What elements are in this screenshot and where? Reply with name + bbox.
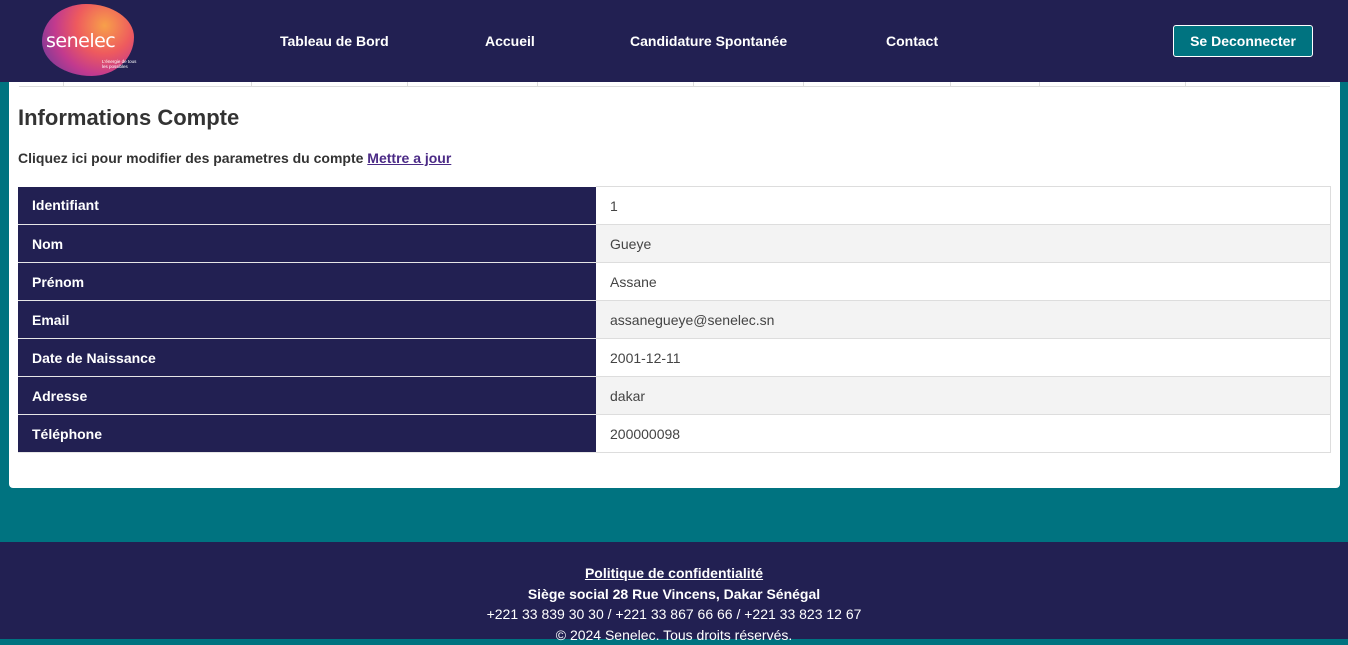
row-label-prenom: Prénom xyxy=(18,263,596,301)
table-row: Prénom Assane xyxy=(18,263,1331,301)
row-value-telephone: 200000098 xyxy=(596,415,1331,453)
row-label-identifiant: Identifiant xyxy=(18,187,596,225)
footer-copyright: © 2024 Senelec. Tous droits réservés. xyxy=(0,625,1348,645)
row-value-prenom: Assane xyxy=(596,263,1331,301)
table-row: Identifiant 1 xyxy=(18,187,1331,225)
logout-button[interactable]: Se Deconnecter xyxy=(1173,25,1313,57)
row-value-date-naissance: 2001-12-11 xyxy=(596,339,1331,377)
row-label-date-naissance: Date de Naissance xyxy=(18,339,596,377)
page-footer: Politique de confidentialité Siège socia… xyxy=(0,542,1348,639)
row-label-email: Email xyxy=(18,301,596,339)
row-label-adresse: Adresse xyxy=(18,377,596,415)
table-row: Email assanegueye@senelec.sn xyxy=(18,301,1331,339)
update-prompt-text: Cliquez ici pour modifier des parametres… xyxy=(18,150,363,166)
table-row: Adresse dakar xyxy=(18,377,1331,415)
footer-phones: +221 33 839 30 30 / +221 33 867 66 66 / … xyxy=(0,604,1348,625)
logo-wordmark: senelec xyxy=(46,30,115,52)
row-value-identifiant: 1 xyxy=(596,187,1331,225)
nav-tableau-de-bord[interactable]: Tableau de Bord xyxy=(280,33,389,49)
logo-tagline: L'énergie de tous les possibles xyxy=(102,59,142,69)
table-row: Téléphone 200000098 xyxy=(18,415,1331,453)
update-account-link[interactable]: Mettre a jour xyxy=(367,150,451,166)
page-title: Informations Compte xyxy=(18,105,239,131)
table-row: Date de Naissance 2001-12-11 xyxy=(18,339,1331,377)
top-navbar: senelec L'énergie de tous les possibles … xyxy=(0,0,1348,82)
senelec-logo[interactable]: senelec L'énergie de tous les possibles xyxy=(40,4,136,76)
row-label-nom: Nom xyxy=(18,225,596,263)
nav-candidature-spontanee[interactable]: Candidature Spontanée xyxy=(630,33,787,49)
privacy-policy-link[interactable]: Politique de confidentialité xyxy=(585,565,763,581)
row-label-telephone: Téléphone xyxy=(18,415,596,453)
row-value-nom: Gueye xyxy=(596,225,1331,263)
row-value-email: assanegueye@senelec.sn xyxy=(596,301,1331,339)
account-info-table: Identifiant 1 Nom Gueye Prénom Assane Em… xyxy=(18,186,1331,453)
nav-contact[interactable]: Contact xyxy=(886,33,938,49)
update-prompt: Cliquez ici pour modifier des parametres… xyxy=(18,150,451,166)
nav-accueil[interactable]: Accueil xyxy=(485,33,535,49)
footer-address: Siège social 28 Rue Vincens, Dakar Sénég… xyxy=(0,584,1348,605)
table-row: Nom Gueye xyxy=(18,225,1331,263)
account-card: Informations Compte Cliquez ici pour mod… xyxy=(9,70,1340,488)
row-value-adresse: dakar xyxy=(596,377,1331,415)
